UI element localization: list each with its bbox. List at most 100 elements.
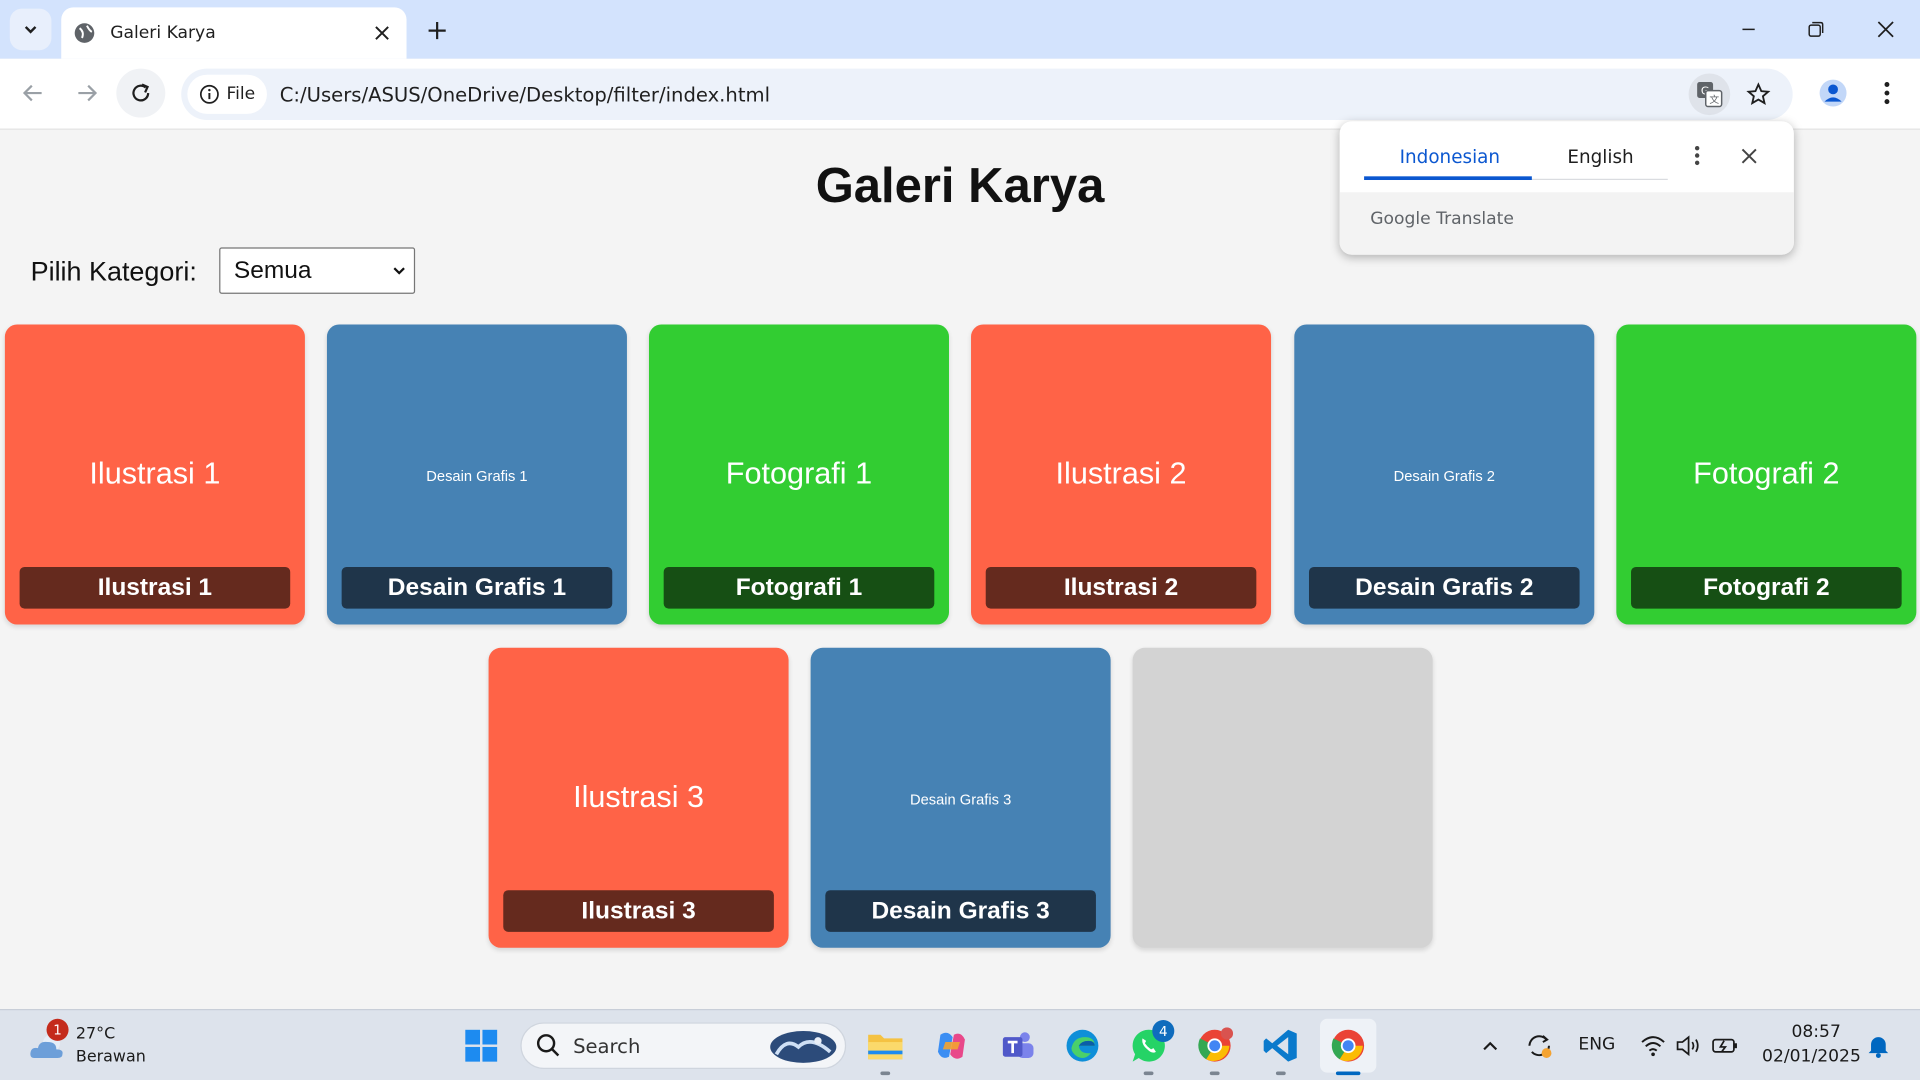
chevron-up-icon: [1483, 1041, 1498, 1051]
battery-charging-icon: [1712, 1038, 1737, 1053]
category-select[interactable]: Semua: [219, 247, 416, 294]
gallery-card[interactable]: Desain Grafis 1 Desain Grafis 1: [326, 324, 627, 625]
close-tab-icon[interactable]: [367, 18, 396, 47]
notifications-button[interactable]: [1854, 1021, 1903, 1070]
sync-icon: [1528, 1035, 1552, 1058]
folder-icon: [868, 1034, 903, 1060]
weather-text: 27°C Berawan: [76, 1022, 146, 1069]
gallery-card[interactable]: Ilustrasi 3 Ilustrasi 3: [488, 647, 789, 948]
card-image-text: Ilustrasi 2: [1055, 456, 1187, 492]
reload-button[interactable]: [116, 68, 166, 118]
translate-button[interactable]: G文: [1688, 73, 1731, 116]
bookmark-button[interactable]: [1738, 73, 1780, 115]
teams-app[interactable]: [993, 1021, 1042, 1070]
start-button[interactable]: [457, 1021, 506, 1070]
url-text[interactable]: C:/Users/ASUS/OneDrive/Desktop/filter/in…: [280, 83, 770, 106]
restore-button[interactable]: [1791, 10, 1840, 49]
card-image-text: Desain Grafis 1: [426, 467, 528, 485]
whatsapp-badge: 4: [1152, 1020, 1175, 1043]
weather-temp: 27°C: [75, 1024, 116, 1044]
card-caption: Ilustrasi 2: [985, 566, 1257, 609]
chrome-active-indicator: [1335, 1071, 1361, 1076]
card-image-text: Desain Grafis 3: [909, 791, 1012, 809]
translate-footer: Google Translate: [1339, 192, 1794, 255]
page-content: Galeri Karya Pilih Kategori: Semua Ilust…: [0, 129, 1920, 1009]
browser-toolbar: File C:/Users/ASUS/OneDrive/Desktop/filt…: [0, 58, 1920, 130]
search-icon: [536, 1034, 560, 1057]
edge-app[interactable]: [1058, 1021, 1107, 1070]
back-button[interactable]: [9, 69, 58, 118]
gallery-card[interactable]: Ilustrasi 1 Ilustrasi 1: [4, 324, 305, 625]
active-tab-indicator: [1364, 176, 1532, 181]
gallery-card[interactable]: Desain Grafis 2 Desain Grafis 2: [1294, 324, 1595, 625]
globe-icon: [73, 22, 95, 44]
gallery-card[interactable]: Fotografi 2 Fotografi 2: [1616, 324, 1917, 625]
tab-search-button[interactable]: [9, 8, 52, 51]
chrome-profile-running-indicator: [1209, 1071, 1220, 1076]
arrow-right-icon: [78, 84, 98, 102]
card-image-text: Ilustrasi 1: [89, 456, 221, 492]
gallery-card[interactable]: Fotografi 1 Fotografi 1: [648, 324, 949, 625]
more-vert-icon: [1694, 145, 1700, 166]
gallery-card[interactable]: Desain Grafis 3 Desain Grafis 3: [810, 647, 1111, 948]
weather-desc: Berawan: [75, 1048, 146, 1067]
minimize-button[interactable]: [1724, 10, 1773, 49]
tab-galeri-karya[interactable]: Galeri Karya: [61, 7, 407, 59]
weather-widget[interactable]: 27°C Berawan: [27, 1022, 146, 1069]
card-caption: Desain Grafis 1: [341, 566, 613, 609]
battery-button[interactable]: [1701, 1021, 1750, 1070]
bell-icon: [1868, 1037, 1889, 1058]
chrome-app-active[interactable]: [1320, 1018, 1377, 1073]
vscode-running-indicator: [1275, 1071, 1286, 1076]
menu-button[interactable]: [1862, 69, 1911, 118]
site-info-chip[interactable]: File: [187, 74, 268, 114]
site-info-label: File: [226, 84, 256, 105]
card-image-text: Fotografi 1: [725, 456, 873, 492]
star-icon: [1746, 82, 1771, 105]
more-vert-icon: [1884, 82, 1890, 105]
forward-button[interactable]: [62, 69, 111, 118]
close-window-button[interactable]: [1861, 10, 1910, 49]
google-translate-brand: Google Translate: [1370, 209, 1514, 229]
show-hidden-icons-button[interactable]: [1466, 1021, 1515, 1070]
whatsapp-running-indicator: [1143, 1071, 1154, 1076]
sync-tray-button[interactable]: [1515, 1021, 1564, 1070]
file-explorer-app[interactable]: [861, 1021, 910, 1070]
vscode-icon: [1263, 1029, 1297, 1062]
new-tab-button[interactable]: [421, 15, 453, 47]
card-image-text: Fotografi 2: [1693, 456, 1840, 492]
taskbar-search[interactable]: Search: [520, 1022, 847, 1069]
volume-icon: [1676, 1035, 1699, 1057]
edge-icon: [1066, 1029, 1099, 1062]
arrow-left-icon: [22, 84, 42, 102]
card-caption: Fotografi 2: [1631, 566, 1902, 609]
explorer-running-indicator: [880, 1071, 891, 1076]
card-image-text: Desain Grafis 2: [1393, 467, 1495, 485]
tab-english[interactable]: English: [1567, 146, 1633, 168]
clock-date[interactable]: 02/01/2025: [1762, 1047, 1861, 1067]
clock-time[interactable]: 08:57: [1791, 1022, 1840, 1042]
chrome-profile-app[interactable]: [1190, 1021, 1239, 1070]
tab-strip: Galeri Karya: [0, 0, 1920, 59]
profile-button[interactable]: [1809, 69, 1858, 118]
address-bar[interactable]: File C:/Users/ASUS/OneDrive/Desktop/filt…: [181, 68, 1793, 121]
chevron-down-icon: [24, 26, 37, 34]
tab-title: Galeri Karya: [110, 23, 216, 43]
translate-close-button[interactable]: [1734, 141, 1763, 170]
reload-icon: [132, 83, 150, 102]
gallery-card[interactable]: Ilustrasi 2 Ilustrasi 2: [971, 324, 1272, 625]
card-caption: Fotografi 1: [663, 566, 935, 609]
vscode-app[interactable]: [1256, 1021, 1305, 1070]
card-caption: Ilustrasi 3: [503, 890, 774, 932]
teams-icon: [1002, 1032, 1034, 1058]
copilot-app[interactable]: [927, 1021, 976, 1070]
language-indicator[interactable]: ENG: [1578, 1035, 1615, 1055]
translate-options-button[interactable]: [1682, 141, 1711, 170]
taskbar-search-text: Search: [573, 1034, 641, 1058]
card-caption: Ilustrasi 1: [19, 566, 291, 609]
wifi-icon: [1641, 1036, 1665, 1057]
tab-indonesian[interactable]: Indonesian: [1400, 146, 1500, 168]
minimize-icon: [1742, 28, 1755, 31]
gallery-card-placeholder: [1132, 647, 1433, 948]
translate-icon: G文: [1697, 82, 1723, 108]
